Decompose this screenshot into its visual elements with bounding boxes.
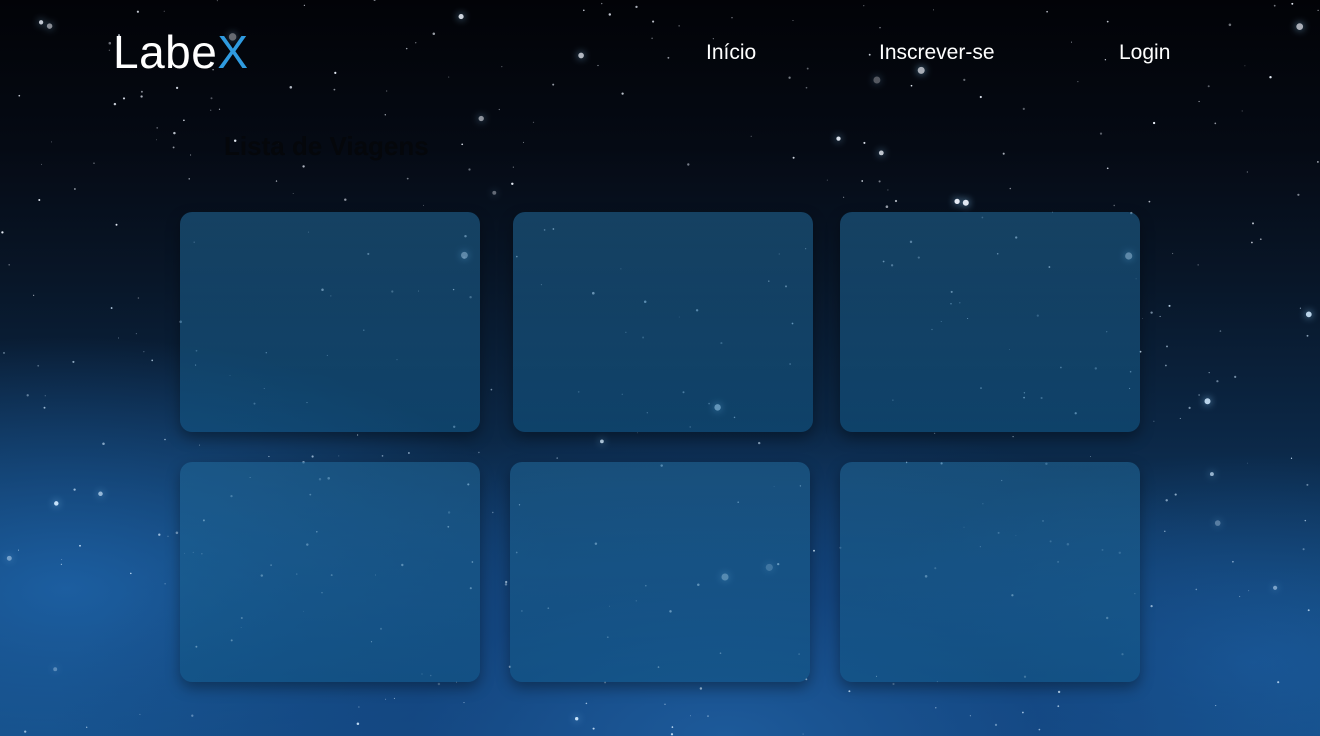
trip-card[interactable] [180, 462, 480, 682]
trip-card[interactable] [180, 212, 480, 432]
nav-login-link[interactable]: Login [1119, 40, 1170, 66]
logo-accent: X [217, 26, 249, 78]
trip-card[interactable] [840, 212, 1140, 432]
trip-card[interactable] [510, 462, 810, 682]
nav-home-link[interactable]: Início [706, 40, 756, 66]
page: LabeX Início Inscrever-se Login Lista de… [0, 0, 1320, 736]
nav-signup-link[interactable]: Inscrever-se [879, 40, 995, 66]
logo-text: Labe [113, 26, 218, 78]
page-title: Lista de Viagens [224, 131, 429, 161]
navbar: LabeX Início Inscrever-se Login [0, 0, 1320, 106]
trip-card[interactable] [840, 462, 1140, 682]
logo[interactable]: LabeX [113, 26, 249, 78]
trip-card[interactable] [513, 212, 813, 432]
